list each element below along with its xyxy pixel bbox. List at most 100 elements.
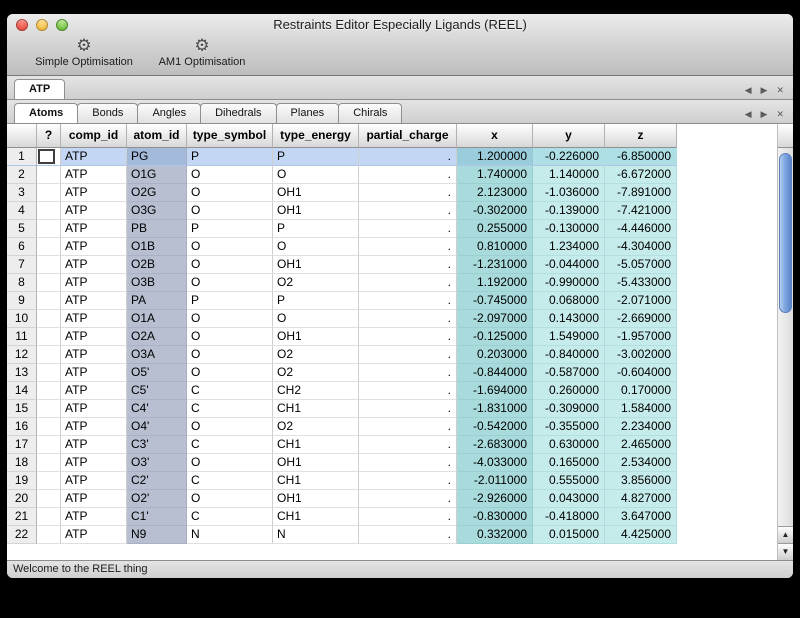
cell-y[interactable]: -0.587000 [533, 364, 605, 382]
cell-type-symbol[interactable]: P [187, 220, 273, 238]
cell-question[interactable] [37, 526, 61, 544]
cell-type-symbol[interactable]: P [187, 292, 273, 310]
cell-atom-id[interactable]: C2' [127, 472, 187, 490]
cell-type-energy[interactable]: O2 [273, 274, 359, 292]
header-z[interactable]: z [605, 124, 677, 148]
cell-z[interactable]: -7.891000 [605, 184, 677, 202]
header-partial-charge[interactable]: partial_charge [359, 124, 457, 148]
row-number[interactable]: 10 [7, 310, 37, 328]
cell-type-energy[interactable]: OH1 [273, 454, 359, 472]
cell-comp-id[interactable]: ATP [61, 220, 127, 238]
row-number[interactable]: 22 [7, 526, 37, 544]
cell-comp-id[interactable]: ATP [61, 256, 127, 274]
cell-z[interactable]: -2.071000 [605, 292, 677, 310]
cell-x[interactable]: -0.844000 [457, 364, 533, 382]
cell-question[interactable] [37, 346, 61, 364]
cell-type-symbol[interactable]: O [187, 274, 273, 292]
cell-x[interactable]: 1.200000 [457, 148, 533, 166]
cell-atom-id[interactable]: O3A [127, 346, 187, 364]
tab-angles[interactable]: Angles [137, 103, 201, 123]
cell-type-energy[interactable]: OH1 [273, 256, 359, 274]
row-number[interactable]: 20 [7, 490, 37, 508]
cell-x[interactable]: -1.831000 [457, 400, 533, 418]
cell-partial-charge[interactable]: . [359, 328, 457, 346]
cell-atom-id[interactable]: O2' [127, 490, 187, 508]
header-x[interactable]: x [457, 124, 533, 148]
cell-partial-charge[interactable]: . [359, 166, 457, 184]
cell-type-energy[interactable]: CH1 [273, 436, 359, 454]
cell-atom-id[interactable]: O2G [127, 184, 187, 202]
close-button[interactable] [16, 19, 28, 31]
cell-z[interactable]: -4.446000 [605, 220, 677, 238]
cell-question[interactable] [37, 400, 61, 418]
cell-partial-charge[interactable]: . [359, 346, 457, 364]
cell-x[interactable]: -1.231000 [457, 256, 533, 274]
cell-type-energy[interactable]: CH2 [273, 382, 359, 400]
cell-type-symbol[interactable]: C [187, 382, 273, 400]
cell-partial-charge[interactable]: . [359, 202, 457, 220]
cell-type-symbol[interactable]: O [187, 256, 273, 274]
cell-partial-charge[interactable]: . [359, 364, 457, 382]
cell-question[interactable] [37, 382, 61, 400]
cell-type-symbol[interactable]: O [187, 166, 273, 184]
cell-question[interactable] [37, 256, 61, 274]
cell-type-symbol[interactable]: O [187, 328, 273, 346]
cell-y[interactable]: -0.139000 [533, 202, 605, 220]
cell-question[interactable] [37, 310, 61, 328]
cell-atom-id[interactable]: O4' [127, 418, 187, 436]
cell-type-symbol[interactable]: O [187, 490, 273, 508]
cell-atom-id[interactable]: PB [127, 220, 187, 238]
cell-question[interactable] [37, 220, 61, 238]
cell-type-energy[interactable]: O2 [273, 418, 359, 436]
cell-comp-id[interactable]: ATP [61, 328, 127, 346]
cell-partial-charge[interactable]: . [359, 436, 457, 454]
row-number[interactable]: 21 [7, 508, 37, 526]
cell-y[interactable]: 0.143000 [533, 310, 605, 328]
cell-x[interactable]: 0.255000 [457, 220, 533, 238]
cell-atom-id[interactable]: PA [127, 292, 187, 310]
cell-type-symbol[interactable]: P [187, 148, 273, 166]
cell-y[interactable]: 1.140000 [533, 166, 605, 184]
cell-type-energy[interactable]: OH1 [273, 202, 359, 220]
cell-atom-id[interactable]: C5' [127, 382, 187, 400]
cell-type-symbol[interactable]: C [187, 436, 273, 454]
cell-atom-id[interactable]: PG [127, 148, 187, 166]
cell-comp-id[interactable]: ATP [61, 148, 127, 166]
titlebar[interactable]: Restraints Editor Especially Ligands (RE… [7, 14, 793, 36]
tab-planes[interactable]: Planes [276, 103, 340, 123]
row-number[interactable]: 1 [7, 148, 37, 166]
header-comp-id[interactable]: comp_id [61, 124, 127, 148]
cell-y[interactable]: 0.260000 [533, 382, 605, 400]
cell-partial-charge[interactable]: . [359, 256, 457, 274]
cell-x[interactable]: 0.810000 [457, 238, 533, 256]
cell-z[interactable]: 2.465000 [605, 436, 677, 454]
cell-comp-id[interactable]: ATP [61, 292, 127, 310]
row-number[interactable]: 9 [7, 292, 37, 310]
cell-question[interactable] [37, 148, 61, 166]
cell-z[interactable]: -7.421000 [605, 202, 677, 220]
cell-type-energy[interactable]: CH1 [273, 472, 359, 490]
row-number[interactable]: 8 [7, 274, 37, 292]
cell-comp-id[interactable]: ATP [61, 274, 127, 292]
cell-y[interactable]: -0.355000 [533, 418, 605, 436]
cell-x[interactable]: -2.097000 [457, 310, 533, 328]
cell-type-energy[interactable]: P [273, 148, 359, 166]
cell-comp-id[interactable]: ATP [61, 472, 127, 490]
cell-type-symbol[interactable]: O [187, 418, 273, 436]
cell-partial-charge[interactable]: . [359, 526, 457, 544]
cell-question[interactable] [37, 166, 61, 184]
zoom-button[interactable] [56, 19, 68, 31]
cell-comp-id[interactable]: ATP [61, 310, 127, 328]
row-number[interactable]: 13 [7, 364, 37, 382]
cell-x[interactable]: -0.830000 [457, 508, 533, 526]
cell-comp-id[interactable]: ATP [61, 202, 127, 220]
cell-question[interactable] [37, 454, 61, 472]
cell-y[interactable]: 0.630000 [533, 436, 605, 454]
cell-type-symbol[interactable]: O [187, 310, 273, 328]
cell-y[interactable]: -0.990000 [533, 274, 605, 292]
cell-question[interactable] [37, 238, 61, 256]
scrollbar-track[interactable] [778, 148, 793, 526]
cell-z[interactable]: -3.002000 [605, 346, 677, 364]
cell-type-symbol[interactable]: C [187, 400, 273, 418]
tab-scroll-right-icon[interactable]: ▶ [761, 109, 768, 119]
